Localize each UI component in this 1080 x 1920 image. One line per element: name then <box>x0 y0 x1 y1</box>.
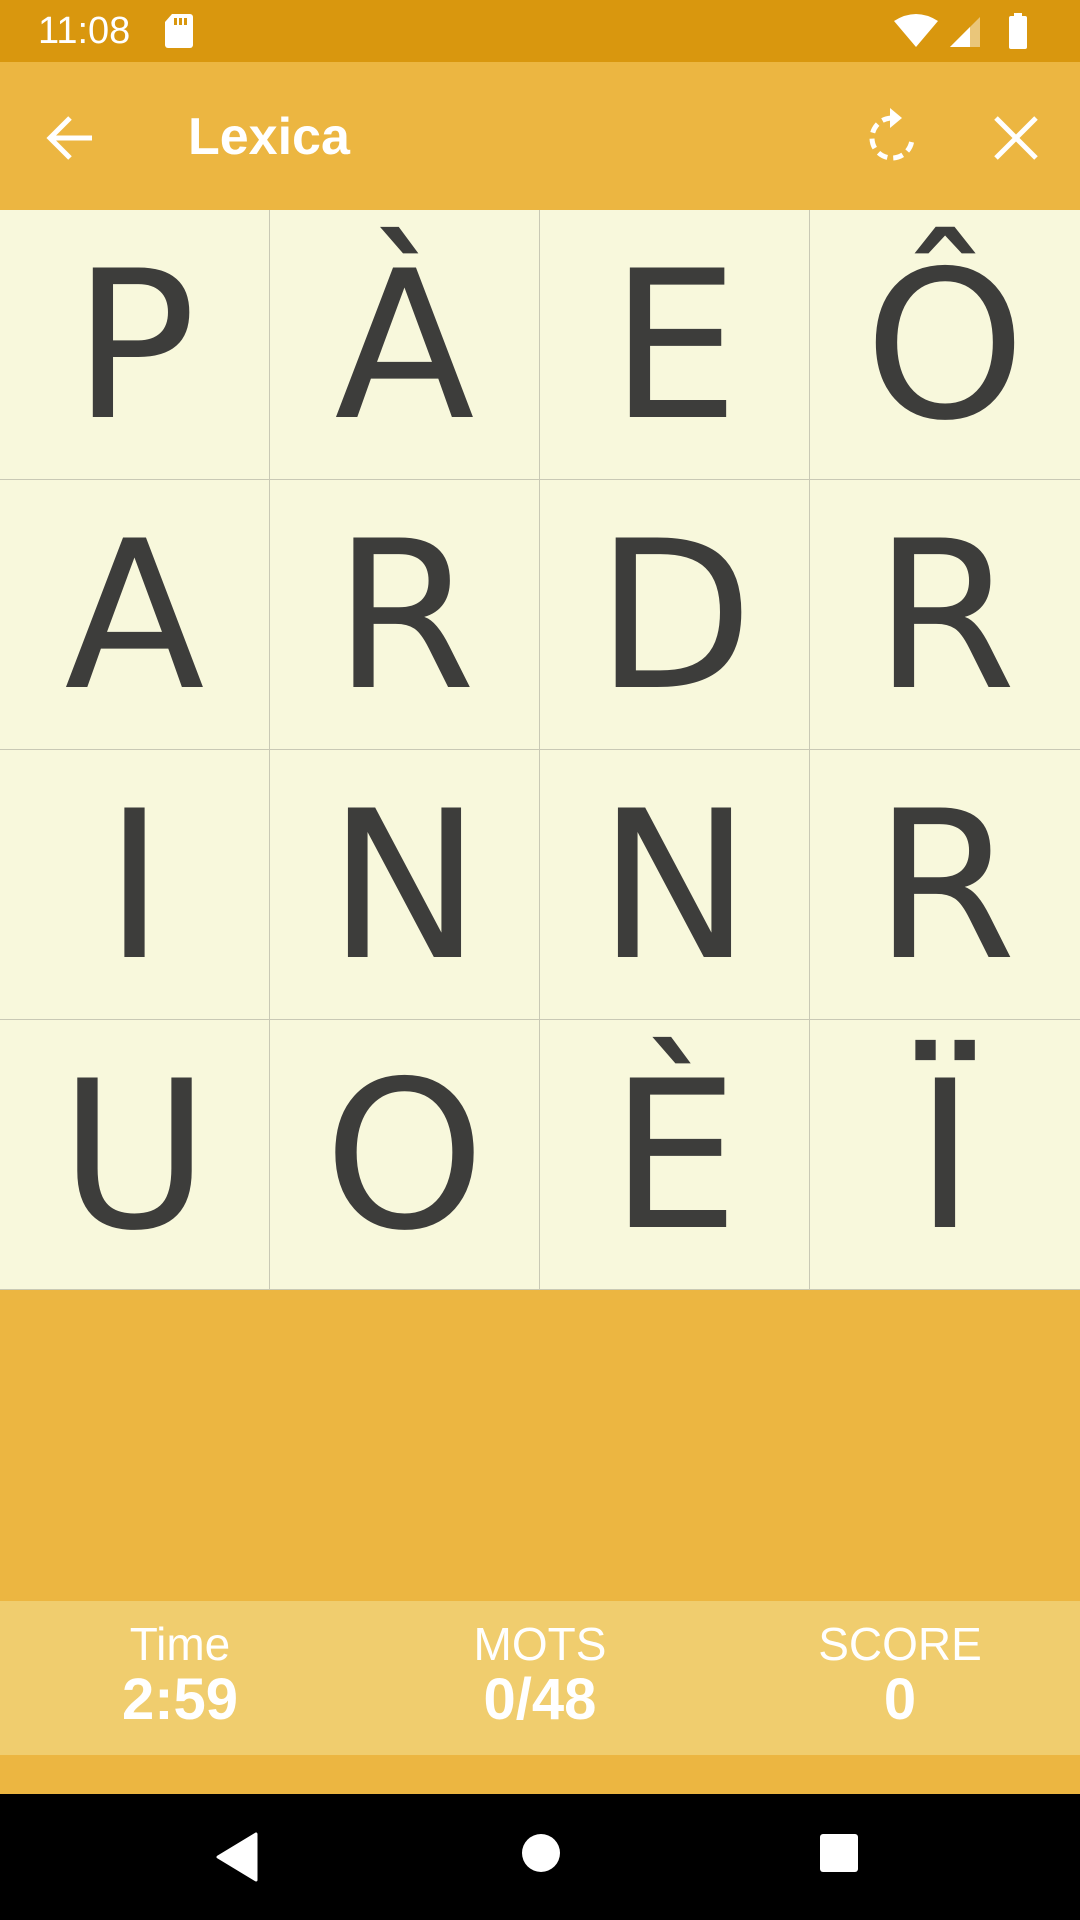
letter-tile[interactable]: O <box>270 1020 540 1290</box>
time-value: 2:59 <box>121 1667 239 1732</box>
score-value: 0 <box>883 1667 917 1732</box>
time-label: Time <box>129 1618 231 1670</box>
letter-tile[interactable]: R <box>270 480 540 750</box>
rotate-icon <box>869 108 915 161</box>
close-icon <box>994 116 1038 160</box>
sd-card-icon <box>164 14 194 53</box>
letter-tile[interactable]: Ï <box>810 1020 1080 1290</box>
words-label: MOTS <box>473 1618 607 1670</box>
letter-tile[interactable]: Ô <box>810 210 1080 480</box>
letter-board: P À E Ô A R D R I N N R U O È Ï <box>0 210 1080 1290</box>
app-bar: Lexica <box>0 62 1080 210</box>
nav-recents-icon <box>820 1834 858 1872</box>
score-stat: SCORE 0 <box>750 1619 1050 1731</box>
words-value: 0/48 <box>483 1667 597 1732</box>
letter-tile[interactable]: E <box>540 210 810 480</box>
nav-back-button[interactable] <box>216 1832 260 1887</box>
letter-tile[interactable]: R <box>810 480 1080 750</box>
letter-tile[interactable]: A <box>0 480 270 750</box>
letter-tile[interactable]: D <box>540 480 810 750</box>
nav-home-icon <box>522 1834 560 1872</box>
nav-home-button[interactable] <box>520 1832 562 1879</box>
letter-tile[interactable]: P <box>0 210 270 480</box>
arrow-back-icon <box>46 116 92 160</box>
letter-tile[interactable]: U <box>0 1020 270 1290</box>
letter-tile[interactable]: R <box>810 750 1080 1020</box>
status-bar: 11:08 <box>0 0 1080 62</box>
nav-back-icon <box>216 1832 258 1882</box>
status-time: 11:08 <box>38 10 131 52</box>
score-label: SCORE <box>818 1618 982 1670</box>
system-nav-bar <box>0 1794 1080 1920</box>
close-button[interactable] <box>986 108 1046 168</box>
battery-icon <box>1009 13 1027 49</box>
words-stat: MOTS 0/48 <box>390 1619 690 1731</box>
app-title: Lexica <box>188 108 350 166</box>
letter-tile[interactable]: N <box>540 750 810 1020</box>
letter-tile[interactable]: N <box>270 750 540 1020</box>
letter-tile[interactable]: È <box>540 1020 810 1290</box>
signal-icon <box>950 17 980 47</box>
nav-recents-button[interactable] <box>818 1832 860 1879</box>
score-panel: Time 2:59 MOTS 0/48 SCORE 0 <box>0 1601 1080 1755</box>
letter-tile[interactable]: À <box>270 210 540 480</box>
time-stat: Time 2:59 <box>30 1619 330 1731</box>
status-icons <box>894 13 1044 54</box>
letter-tile[interactable]: I <box>0 750 270 1020</box>
rotate-board-button[interactable] <box>860 106 924 170</box>
back-button[interactable] <box>42 108 102 168</box>
wifi-icon <box>894 14 938 47</box>
